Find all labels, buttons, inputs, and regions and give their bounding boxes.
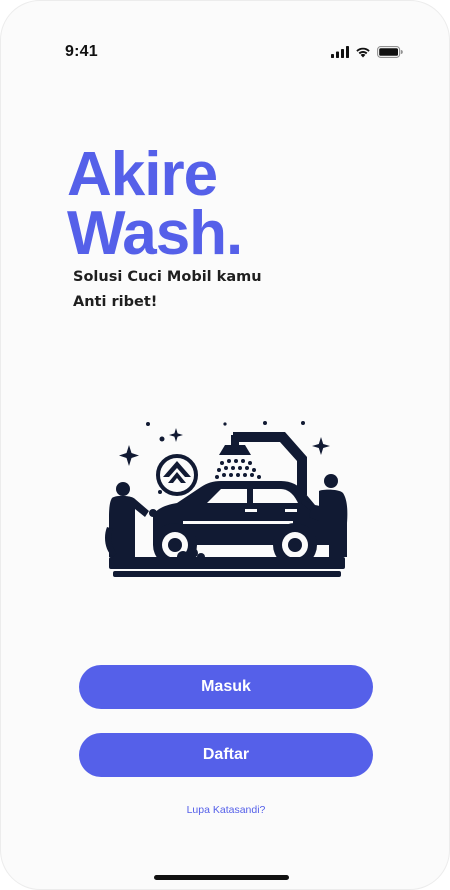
status-bar: 9:41 [1, 1, 449, 81]
sparkle-icon [169, 428, 183, 442]
status-icons [331, 46, 403, 58]
status-time: 9:41 [65, 43, 98, 60]
register-button[interactable]: Daftar [79, 733, 373, 777]
cellular-signal-icon [331, 46, 349, 58]
car-wash-illustration [105, 421, 348, 577]
tagline-line-2: Anti ribet! [73, 294, 158, 310]
home-indicator[interactable] [154, 875, 289, 880]
app-title-line-2: Wash. [67, 199, 243, 268]
wifi-icon [356, 47, 370, 58]
sparkle-icon [312, 437, 330, 455]
app-title-line-1: Akire [67, 140, 218, 209]
phone-screen: 9:41 Akire Wash. Solusi Cuci Mobil kamu … [0, 0, 450, 890]
tagline: Solusi Cuci Mobil kamu Anti ribet! [73, 265, 333, 315]
tagline-line-1: Solusi Cuci Mobil kamu [73, 269, 262, 285]
app-title: Akire Wash. [67, 140, 243, 268]
forgot-password-link[interactable]: Lupa Katasandi? [1, 804, 449, 816]
battery-icon [377, 46, 403, 58]
sparkle-icon [119, 445, 139, 466]
login-button[interactable]: Masuk [79, 665, 373, 709]
